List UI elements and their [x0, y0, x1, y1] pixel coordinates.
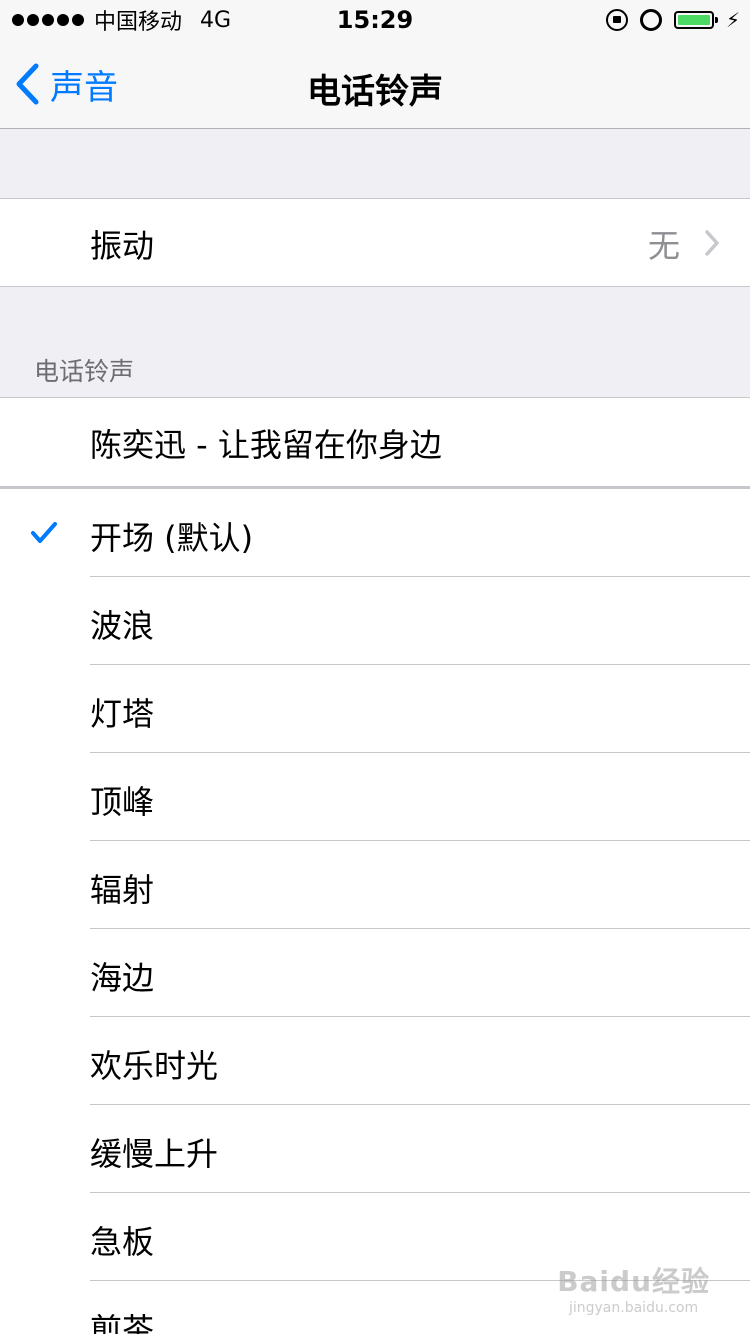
checkmark-icon: [31, 522, 57, 543]
section-header-ringtones: 电话铃声: [34, 357, 135, 386]
page-title: 电话铃声: [307, 72, 443, 112]
baidu-watermark: Baidu经验 jingyan.baidu.com: [557, 1265, 710, 1316]
ringtone-row[interactable]: 欢乐时光: [0, 1017, 750, 1105]
custom-ringtone-label: 陈奕迅 - 让我留在你身边: [90, 426, 442, 464]
ringtone-row[interactable]: 辐射: [0, 841, 750, 929]
alarm-icon: [639, 9, 662, 31]
ringtone-row[interactable]: 开场 (默认): [0, 489, 750, 577]
navigation-bar: 声音 电话铃声: [0, 40, 750, 129]
ringtone-row[interactable]: 灯塔: [0, 665, 750, 753]
vibration-label: 振动: [90, 227, 155, 265]
ringtone-label: 缓慢上升: [90, 1135, 219, 1173]
ringtone-label: 海边: [90, 959, 155, 997]
ringtone-row[interactable]: 顶峰: [0, 753, 750, 841]
vibration-cell[interactable]: 振动 无: [0, 198, 750, 287]
ringtone-label: 波浪: [90, 607, 155, 645]
rotation-lock-icon: [605, 9, 628, 31]
ringtone-label: 顶峰: [90, 783, 155, 821]
battery-icon: [673, 11, 718, 29]
ringtone-label: 急板: [90, 1223, 155, 1261]
ringtone-label: 欢乐时光: [90, 1047, 219, 1085]
custom-ringtone-cell[interactable]: 陈奕迅 - 让我留在你身边: [0, 397, 750, 490]
chevron-right-icon: [705, 230, 719, 256]
status-bar: 中国移动 4G 15:29 ⚡: [0, 0, 750, 40]
ringtone-label: 灯塔: [90, 695, 155, 733]
status-right: ⚡: [605, 6, 740, 34]
vibration-value: 无: [647, 227, 680, 265]
ringtone-label: 开场 (默认): [90, 519, 254, 557]
charging-icon: ⚡: [725, 8, 740, 32]
ringtone-label: 煎茶: [90, 1311, 155, 1334]
ringtone-row[interactable]: 海边: [0, 929, 750, 1017]
ringtone-row[interactable]: 缓慢上升: [0, 1105, 750, 1193]
ringtone-row[interactable]: 波浪: [0, 577, 750, 665]
ringtone-list: 开场 (默认) 波浪灯塔顶峰辐射海边欢乐时光缓慢上升急板煎茶: [0, 489, 750, 1334]
ringtone-label: 辐射: [90, 871, 155, 909]
